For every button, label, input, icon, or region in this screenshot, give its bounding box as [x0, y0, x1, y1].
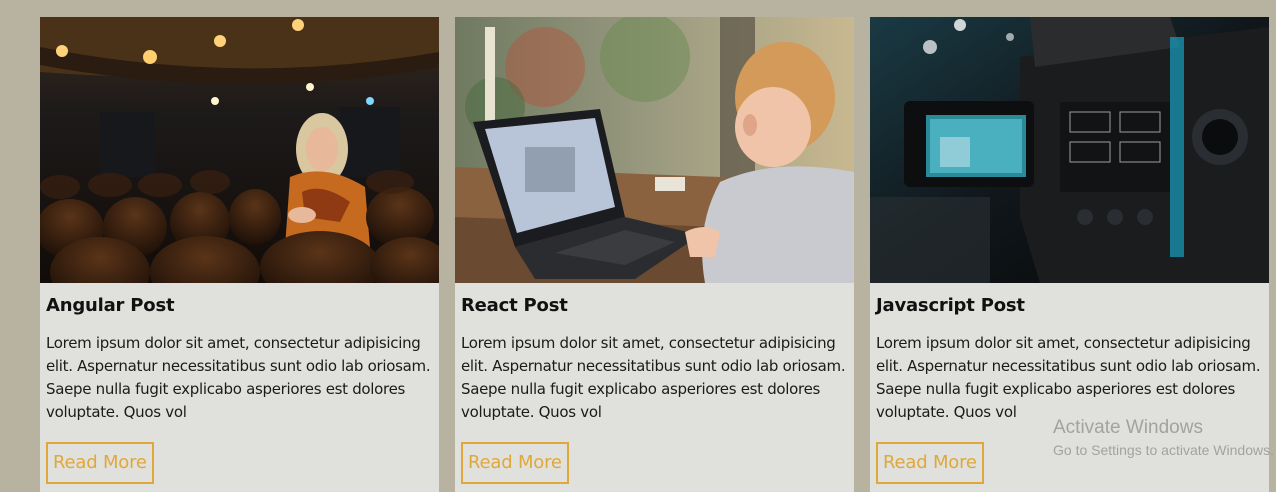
post-card-angular: Angular Post Lorem ipsum dolor sit amet,…: [40, 17, 439, 492]
post-image-theater: [40, 17, 439, 283]
read-more-button[interactable]: Read More: [46, 442, 154, 484]
post-title: Javascript Post: [876, 295, 1025, 316]
post-card-body: Angular Post Lorem ipsum dolor sit amet,…: [40, 283, 439, 484]
watermark-subtitle: Go to Settings to activate Windows.: [1053, 442, 1274, 458]
post-title: React Post: [461, 295, 568, 316]
post-image-camera: [870, 17, 1269, 283]
post-excerpt: Lorem ipsum dolor sit amet, consectetur …: [461, 334, 846, 421]
post-image-laptop: [455, 17, 854, 283]
post-card-body: React Post Lorem ipsum dolor sit amet, c…: [455, 283, 854, 484]
post-title: Angular Post: [46, 295, 175, 316]
activate-windows-watermark: Activate Windows Go to Settings to activ…: [1053, 416, 1274, 460]
watermark-title: Activate Windows: [1053, 417, 1203, 438]
post-excerpt: Lorem ipsum dolor sit amet, consectetur …: [876, 334, 1261, 421]
read-more-button[interactable]: Read More: [876, 442, 984, 484]
read-more-button[interactable]: Read More: [461, 442, 569, 484]
post-excerpt: Lorem ipsum dolor sit amet, consectetur …: [46, 334, 431, 421]
post-card-react: React Post Lorem ipsum dolor sit amet, c…: [455, 17, 854, 492]
